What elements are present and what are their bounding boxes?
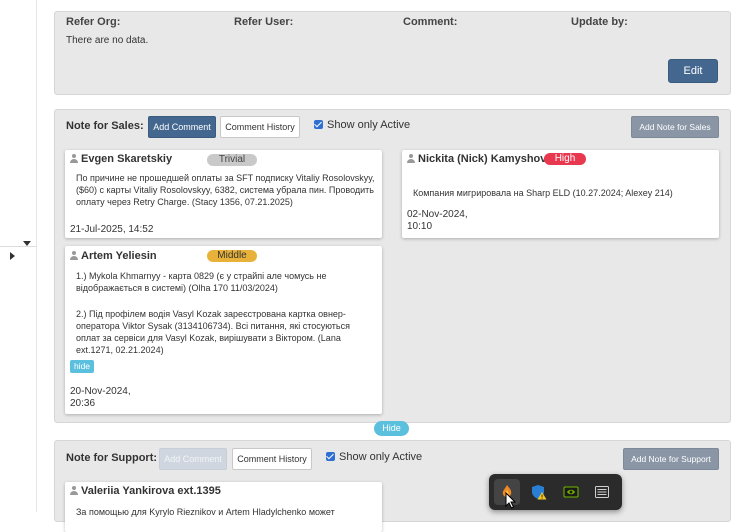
sales-note-card: Nickita (Nick) Kamyshov High Компания ми…	[402, 150, 719, 238]
note-author: Nickita (Nick) Kamyshov	[407, 153, 547, 166]
sales-comment-history-button[interactable]: Comment History	[220, 116, 300, 138]
refer-panel: Refer Org: Refer User: Comment: Update b…	[54, 11, 731, 95]
note-date: 20-Nov-2024, 20:36	[70, 386, 131, 409]
comment-header: Comment:	[403, 16, 458, 28]
note-date: 21-Jul-2025, 14:52	[70, 224, 154, 235]
sales-notes-panel: Note for Sales: Add Comment Comment Hist…	[54, 109, 731, 423]
sales-add-comment-button[interactable]: Add Comment	[148, 116, 216, 138]
edit-button[interactable]: Edit	[668, 59, 718, 83]
priority-badge-high: High	[544, 153, 586, 165]
user-icon	[70, 486, 78, 495]
add-note-for-support-button[interactable]: Add Note for Support	[623, 448, 719, 470]
mouse-cursor-icon	[505, 492, 516, 509]
note-author-name: Valeriia Yankirova ext.1395	[81, 485, 221, 497]
caret-down-icon[interactable]	[23, 241, 31, 246]
note-author-name: Nickita (Nick) Kamyshov	[418, 153, 547, 165]
note-text: Компания мигрировала на Sharp ELD (10.27…	[413, 188, 673, 198]
sales-show-active-label: Show only Active	[327, 119, 411, 131]
sales-note-card: Evgen Skaretskiy Trivial По причине не п…	[65, 150, 382, 238]
refer-user-header: Refer User:	[234, 16, 294, 28]
add-note-for-sales-button[interactable]: Add Note for Sales	[631, 116, 719, 138]
support-notes-panel: Note for Support: Add Comment Comment Hi…	[54, 440, 731, 532]
support-add-comment-button[interactable]: Add Comment	[159, 448, 227, 470]
hide-toggle-button[interactable]: Hide	[374, 421, 409, 436]
keyboard-icon[interactable]	[594, 484, 610, 500]
priority-badge-middle: Middle	[207, 250, 257, 262]
note-text: За помощью для Kyrylo Rieznikov и Artem …	[76, 507, 335, 517]
priority-badge-trivial: Trivial	[207, 154, 257, 166]
note-author-name: Artem Yeliesin	[81, 250, 157, 262]
sales-note-card: Artem Yeliesin Middle 1.) Mykola Khmarny…	[65, 246, 382, 414]
support-show-active-label: Show only Active	[339, 451, 423, 463]
support-note-card: Valeriia Yankirova ext.1395 За помощью д…	[65, 482, 382, 532]
hide-note-button[interactable]: hide	[70, 360, 94, 373]
sidebar-edge	[0, 0, 37, 247]
note-text: По причине не прошедшей оплаты за SFT по…	[76, 173, 375, 207]
caret-right-icon[interactable]	[10, 252, 15, 260]
user-icon	[70, 251, 78, 260]
update-by-header: Update by:	[571, 16, 628, 28]
note-text: 2.) Під профілем водія Vasyl Kozak зареє…	[76, 309, 350, 355]
support-comment-history-button[interactable]: Comment History	[232, 448, 312, 470]
note-text: 1.) Mykola Khmarnyy - карта 0829 (є у ст…	[76, 271, 327, 293]
empty-message: There are no data.	[66, 35, 149, 46]
content-divider	[36, 0, 37, 512]
support-notes-label: Note for Support:	[66, 452, 158, 464]
user-icon	[407, 154, 415, 163]
note-author: Valeriia Yankirova ext.1395	[70, 485, 221, 497]
note-author: Evgen Skaretskiy	[70, 153, 172, 165]
support-show-active-checkbox[interactable]	[326, 452, 335, 461]
sales-show-active-checkbox[interactable]	[314, 120, 323, 129]
shield-warning-icon[interactable]	[531, 484, 547, 500]
note-author: Artem Yeliesin	[70, 250, 157, 262]
nvidia-icon[interactable]	[563, 484, 579, 500]
note-author-name: Evgen Skaretskiy	[81, 153, 173, 165]
note-date: 02-Nov-2024, 10:10	[407, 209, 468, 232]
refer-org-header: Refer Org:	[66, 16, 121, 28]
user-icon	[70, 154, 78, 163]
sales-notes-label: Note for Sales:	[66, 120, 144, 132]
